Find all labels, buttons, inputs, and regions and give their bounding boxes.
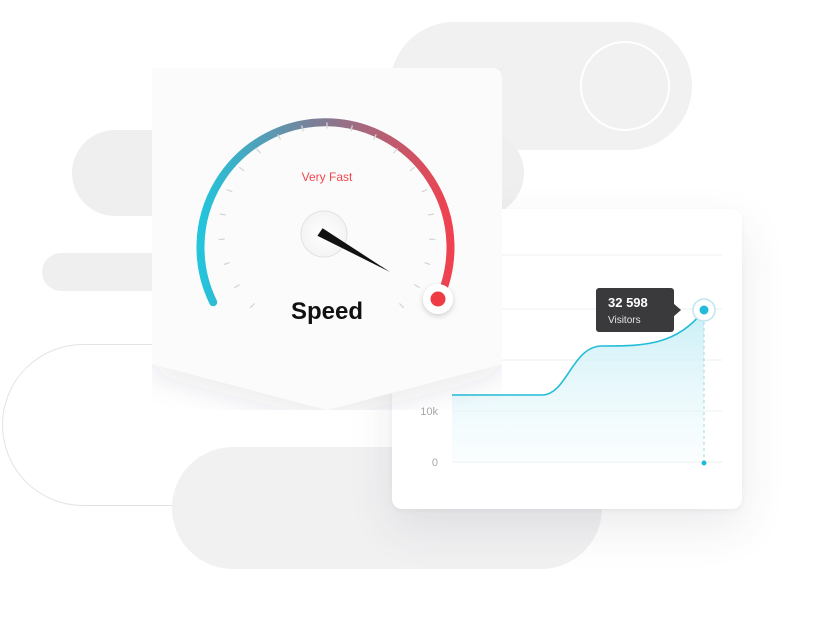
gauge-title: Speed — [290, 298, 364, 325]
speed-gauge-card: Very Fast Speed — [152, 68, 502, 410]
speed-gauge — [152, 68, 502, 410]
data-point[interactable] — [699, 305, 709, 315]
baseline-dot — [701, 460, 707, 466]
tooltip-value: 32 598 — [608, 295, 648, 310]
speed-indicator-dot — [430, 291, 446, 307]
background-ring — [580, 41, 670, 131]
gauge-tick — [428, 213, 435, 216]
tooltip-label: Visitors — [608, 315, 641, 326]
y-tick-label: 0 — [432, 457, 438, 469]
speed-status-label: Very Fast — [301, 170, 353, 184]
gauge-tick — [219, 213, 226, 216]
chart-tooltip: 32 598 Visitors — [596, 288, 681, 332]
